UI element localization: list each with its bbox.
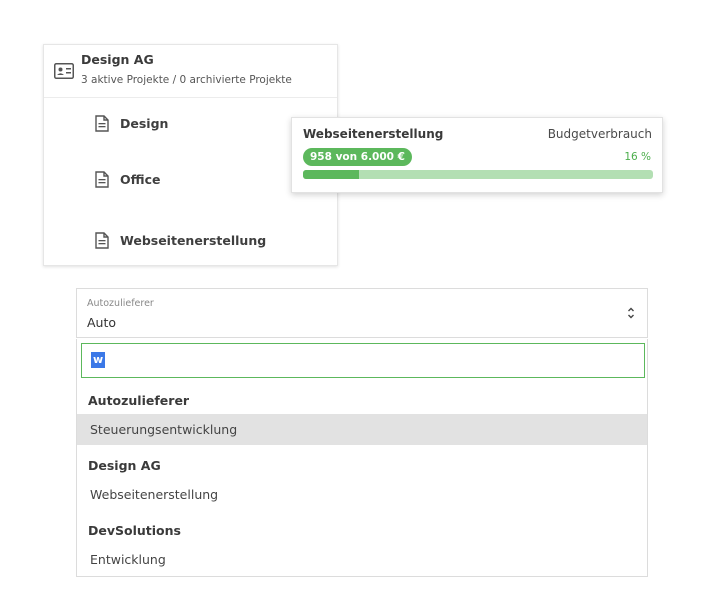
project-item-label: Webseitenerstellung <box>120 232 267 248</box>
option-item-steuerungsentwicklung[interactable]: Steuerungsentwicklung <box>77 414 647 445</box>
budget-progress-fill <box>303 170 359 179</box>
budget-project-title: Webseitenerstellung <box>303 127 444 141</box>
option-item-entwicklung[interactable]: Entwicklung <box>77 544 647 575</box>
option-group-header: DevSolutions <box>88 523 181 538</box>
project-select[interactable]: Autozulieferer Auto <box>76 288 648 338</box>
contact-card-icon <box>54 63 74 79</box>
budget-amount-badge: 958 von 6.000 € <box>303 148 412 166</box>
project-item-label: Design <box>120 115 169 131</box>
dropdown-search-input[interactable] <box>81 343 645 378</box>
sort-caret-icon <box>628 307 634 319</box>
option-group-header: Autozulieferer <box>88 393 190 408</box>
select-dropdown: w Autozulieferer Steuerungsentwicklung D… <box>76 339 648 577</box>
project-item-webseitenerstellung[interactable]: Webseitenerstellung <box>95 229 266 251</box>
project-item-label: Office <box>120 171 161 187</box>
client-name[interactable]: Design AG <box>81 52 154 67</box>
document-icon <box>95 231 109 249</box>
budget-progress-bar <box>303 170 653 179</box>
option-item-webseitenerstellung[interactable]: Webseitenerstellung <box>77 479 647 510</box>
budget-tooltip: Webseitenerstellung Budgetverbrauch 958 … <box>291 117 663 193</box>
client-header: Design AG 3 aktive Projekte / 0 archivie… <box>44 45 337 98</box>
project-item-office[interactable]: Office <box>95 168 160 190</box>
document-icon <box>95 170 109 188</box>
search-input-value: w <box>91 352 106 368</box>
budget-usage-label: Budgetverbrauch <box>547 127 652 141</box>
client-project-summary: 3 aktive Projekte / 0 archivierte Projek… <box>81 74 292 86</box>
select-group-label: Autozulieferer <box>87 298 154 309</box>
budget-percent: 16 % <box>624 151 651 163</box>
option-group-header: Design AG <box>88 458 161 473</box>
select-current-value: Auto <box>87 315 117 330</box>
document-icon <box>95 114 109 132</box>
project-item-design[interactable]: Design <box>95 112 168 134</box>
